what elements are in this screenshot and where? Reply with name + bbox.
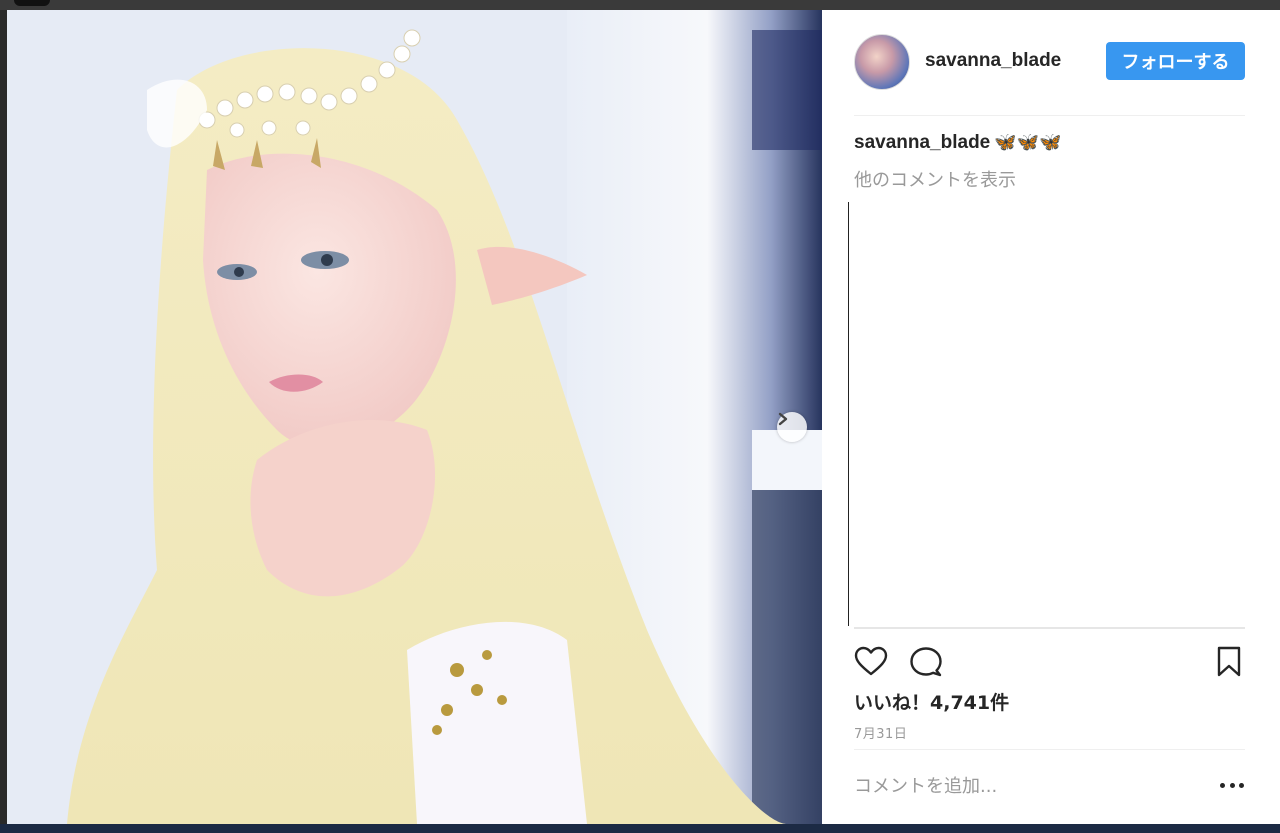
post-media (7, 10, 822, 824)
browser-top-strip (0, 0, 1280, 10)
dot (1220, 782, 1225, 788)
dot (1229, 782, 1235, 788)
load-more-comments-link[interactable]: 他のコメントを表示 (854, 166, 1016, 192)
caption-username[interactable]: savanna_blade (854, 132, 990, 153)
follow-button[interactable]: フォローする (1106, 42, 1245, 80)
save-button[interactable] (1212, 645, 1246, 679)
avatar[interactable] (854, 34, 910, 90)
post-actions (854, 645, 1245, 679)
divider (854, 749, 1245, 750)
page-backdrop-bottom (0, 824, 1280, 833)
caption-text: 🦋🦋🦋 (994, 132, 1062, 152)
post-side-panel: savanna_blade フォローする savanna_blade 🦋🦋🦋 他の… (822, 10, 1280, 824)
divider (854, 627, 1245, 629)
add-comment-input[interactable] (854, 770, 1204, 802)
like-count[interactable]: いいね！4,741件 (854, 688, 1009, 715)
bookmark-icon (1217, 646, 1241, 677)
dot (1239, 782, 1244, 788)
post-photo (7, 10, 822, 824)
post-date[interactable]: 7月31日 (854, 723, 907, 742)
more-options-icon[interactable] (1220, 778, 1244, 792)
post-username[interactable]: savanna_blade (925, 50, 1061, 72)
like-button[interactable] (854, 645, 888, 679)
comment-button[interactable] (909, 645, 943, 679)
post-caption: savanna_blade 🦋🦋🦋 (854, 132, 1062, 154)
heart-icon (854, 646, 888, 676)
comment-icon (910, 647, 942, 677)
comments-scrollbar[interactable] (848, 202, 849, 626)
next-photo-button[interactable] (777, 412, 807, 442)
chevron-right-icon (778, 412, 788, 426)
post-header: savanna_blade フォローする (854, 10, 1245, 116)
window-control (14, 0, 50, 6)
